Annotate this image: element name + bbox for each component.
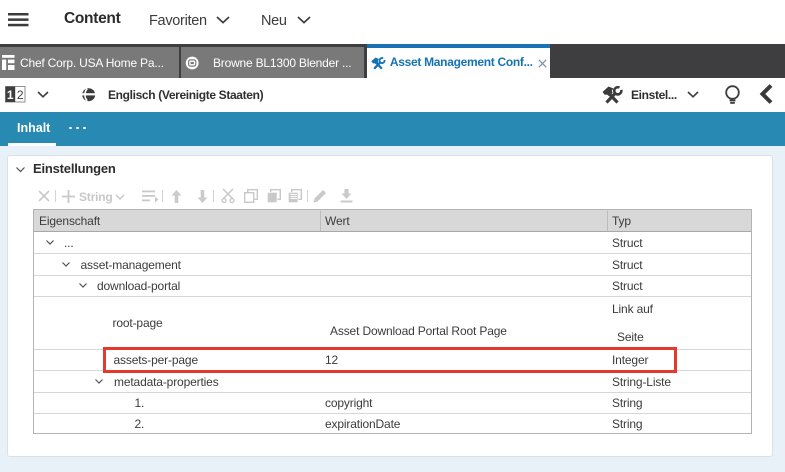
svg-text:2: 2 (17, 88, 24, 102)
svg-text:1: 1 (7, 88, 14, 102)
